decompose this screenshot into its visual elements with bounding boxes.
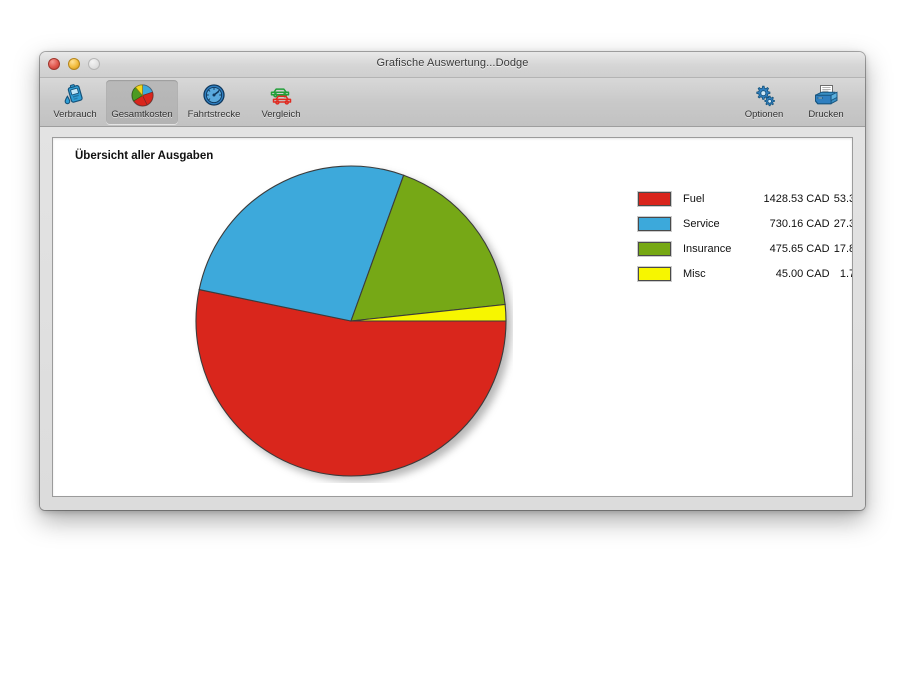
toolbar-item-label: Gesamtkosten [111,109,172,120]
legend-item: Insurance475.65 CAD17.8 % [638,236,853,261]
toolbar-item-label: Fahrtstrecke [188,109,241,120]
toolbar-item-verbrauch[interactable]: Verbrauch [44,80,106,124]
speedometer-icon [199,82,229,108]
pie-chart-svg [193,163,513,483]
toolbar-item-label: Vergleich [261,109,300,120]
legend-item: Misc45.00 CAD1.7 % [638,261,853,286]
toolbar-item-label: Verbrauch [53,109,96,120]
page-title: Übersicht aller Ausgaben [75,150,213,162]
window-title: Grafische Auswertung...Dodge [40,57,865,69]
legend-item: Fuel1428.53 CAD53.3 % [638,186,853,211]
toolbar-item-drucken[interactable]: Drucken [795,80,857,124]
legend-item: Service730.16 CAD27.3 % [638,211,853,236]
legend-swatch-fuel [638,192,671,206]
legend-amount: 730.16 CAD [754,218,829,230]
legend-swatch-insurance [638,242,671,256]
legend-amount: 45.00 CAD [754,268,829,280]
pie-slice-group [196,166,506,476]
legend-swatch-service [638,217,671,231]
toolbar-left-group: Verbrauch Gesamtkosten [44,78,312,124]
legend-percent: 53.3 % [830,193,853,205]
window-content: Übersicht aller Ausgaben Fuel1428.53 CAD… [40,127,865,510]
legend-label: Fuel [683,193,754,205]
toolbar: Verbrauch Gesamtkosten [40,78,865,127]
chart-legend: Fuel1428.53 CAD53.3 %Service730.16 CAD27… [638,186,853,286]
gears-icon [749,82,779,108]
two-cars-icon [266,82,296,108]
pie-chart-icon [127,82,157,108]
printer-icon [811,82,841,108]
chart-panel: Übersicht aller Ausgaben Fuel1428.53 CAD… [52,137,853,497]
legend-amount: 475.65 CAD [754,243,829,255]
legend-swatch-misc [638,267,671,281]
legend-percent: 27.3 % [830,218,853,230]
legend-amount: 1428.53 CAD [754,193,829,205]
pie-chart [193,163,513,483]
application-window: Grafische Auswertung...Dodge [40,52,865,510]
legend-label: Service [683,218,754,230]
toolbar-item-fahrtstrecke[interactable]: Fahrtstrecke [178,80,250,124]
legend-label: Misc [683,268,754,280]
legend-label: Insurance [683,243,754,255]
toolbar-right-group: Optionen [733,78,857,124]
desktop-background: Grafische Auswertung...Dodge [0,0,900,675]
legend-percent: 17.8 % [830,243,853,255]
toolbar-item-gesamtkosten[interactable]: Gesamtkosten [106,80,178,124]
fuel-can-icon [60,82,90,108]
toolbar-item-optionen[interactable]: Optionen [733,80,795,124]
window-titlebar[interactable]: Grafische Auswertung...Dodge [40,52,865,78]
toolbar-item-vergleich[interactable]: Vergleich [250,80,312,124]
legend-percent: 1.7 % [830,268,853,280]
toolbar-item-label: Optionen [745,109,784,120]
toolbar-item-label: Drucken [808,109,843,120]
